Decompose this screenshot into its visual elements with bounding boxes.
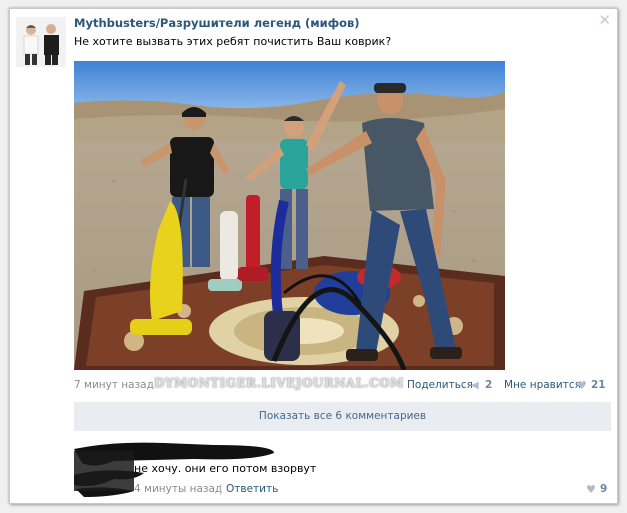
comment-avatar[interactable] xyxy=(74,439,274,497)
post-time[interactable]: 7 минут назад xyxy=(74,379,154,391)
group-avatar[interactable] xyxy=(16,17,66,67)
heart-icon[interactable]: ♥ xyxy=(577,379,587,392)
group-name-link[interactable]: Mythbusters/Разрушители легенд (мифов) xyxy=(74,16,360,30)
show-all-comments-button[interactable]: Показать все 6 комментариев xyxy=(74,402,611,431)
comment-like-count: 9 xyxy=(600,483,608,495)
like-button[interactable]: Мне нравится xyxy=(504,379,581,391)
post-photo[interactable] xyxy=(74,61,505,370)
share-count: 2 xyxy=(485,379,493,391)
watermark: DYMONTIGER.LIVEJOURNAL.COM xyxy=(154,376,405,390)
close-icon[interactable]: ✕ xyxy=(598,12,611,28)
post-text: Не хотите вызвать этих ребят почистить В… xyxy=(74,35,392,48)
share-button[interactable]: Поделиться xyxy=(407,379,473,391)
reply-button[interactable]: Ответить xyxy=(226,483,278,495)
comment-text: не хочу. они его потом взорвут xyxy=(134,462,317,475)
comment-heart-icon[interactable]: ♥ xyxy=(586,483,596,496)
like-count: 21 xyxy=(591,379,606,391)
megaphone-icon[interactable]: ◀ xyxy=(471,380,479,391)
comment-time[interactable]: 4 минуты назад xyxy=(134,483,222,495)
separator: | xyxy=(219,483,223,495)
comment-author-link[interactable] xyxy=(134,439,274,453)
post-card: ✕ Mythbusters/Разрушители легенд (мифов)… xyxy=(9,8,618,504)
